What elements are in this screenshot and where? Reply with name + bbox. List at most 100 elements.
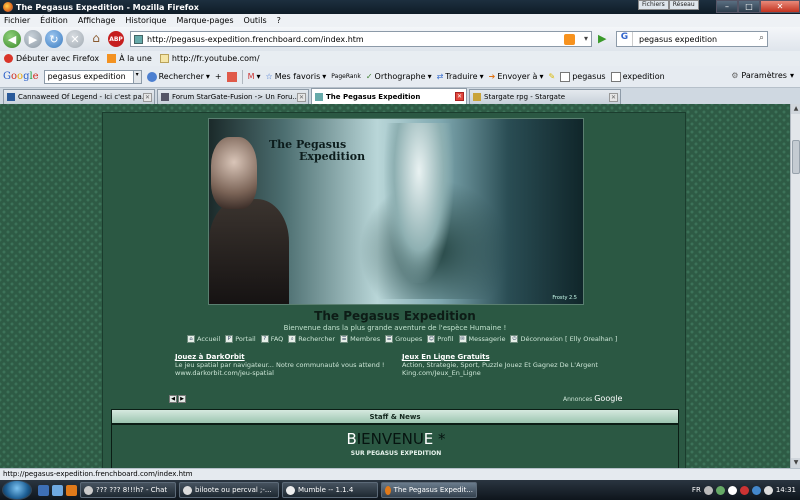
start-button[interactable] (2, 480, 32, 500)
maximize-button[interactable]: □ (738, 0, 760, 13)
settings-button[interactable]: ⚙ Paramètres ▾ (731, 71, 794, 80)
tab-stargate-rpg[interactable]: Stargate rpg - Stargate ✕ (469, 89, 621, 104)
reload-button[interactable]: ↻ (45, 30, 63, 48)
translate-button[interactable]: ⇄ Traduire ▾ (437, 72, 484, 81)
menu-help[interactable]: ? (277, 16, 281, 25)
back-button[interactable]: ◀ (3, 30, 21, 48)
nav-profil[interactable]: ☺ Profil (427, 335, 454, 343)
ad-next-icon[interactable]: ▶ (178, 395, 186, 403)
bookmark-debuter[interactable]: Débuter avec Firefox (4, 54, 99, 63)
close-button[interactable]: ✕ (760, 0, 800, 13)
tray-icon[interactable] (703, 485, 713, 495)
menu-fichier[interactable]: Fichier (4, 16, 30, 25)
profile-icon: ☺ (427, 335, 436, 343)
tab-close-icon[interactable]: ✕ (297, 93, 306, 102)
scroll-up-icon[interactable]: ▲ (791, 104, 800, 114)
ad-prev-icon[interactable]: ◀ (169, 395, 177, 403)
task-biloote[interactable]: biloote ou percval ;-... (179, 482, 279, 498)
google-logo[interactable]: Google (3, 71, 39, 82)
translate-icon: ⇄ (436, 72, 444, 81)
tab-close-icon[interactable]: ✕ (609, 93, 618, 102)
scroll-down-icon[interactable]: ▼ (791, 458, 800, 468)
word-find-pegasus[interactable]: pegasus (560, 71, 606, 82)
search-box[interactable]: G pegasus expedition ⌕ (616, 31, 768, 47)
volume-icon[interactable] (763, 485, 773, 495)
word-find-expedition[interactable]: expedition (610, 71, 665, 82)
menu-marque-pages[interactable]: Marque-pages (176, 16, 233, 25)
network-icon[interactable] (751, 485, 761, 495)
task-chat[interactable]: ??? ??? 8!!!h? - Chat (80, 482, 176, 498)
favorites-button[interactable]: ☆ Mes favoris ▾ (266, 72, 327, 81)
tray-icon[interactable] (727, 485, 737, 495)
ad-url[interactable]: King.com/Jeux_En_Ligne (402, 369, 602, 377)
google-ads-label[interactable]: Annonces Google (563, 394, 622, 403)
extra-reseau-button[interactable]: Réseau (668, 0, 699, 10)
stop-button[interactable]: ✕ (66, 30, 84, 48)
vertical-scrollbar[interactable]: ▲ ▼ (790, 104, 800, 468)
pagerank-indicator[interactable]: PageRank (331, 73, 361, 80)
tab-cannaweed[interactable]: Cannaweed Of Legend - Ici c'est pa... ✕ (3, 89, 155, 104)
nav-faq[interactable]: ? FAQ (260, 335, 283, 343)
go-arrow-icon[interactable]: ▶ (598, 32, 612, 46)
ad-darkorbit[interactable]: Jouez à DarkOrbit Le jeu spatial par nav… (175, 353, 395, 377)
ad-king-games[interactable]: Jeux En Ligne Gratuits Action, Strategie… (402, 353, 602, 377)
window-title: The Pegasus Expedition - Mozilla Firefox (16, 2, 199, 12)
search-icon[interactable]: ⌕ (759, 33, 764, 43)
tray-icon[interactable] (739, 485, 749, 495)
adblock-icon[interactable]: ABP (108, 31, 124, 47)
url-bar[interactable]: http://pegasus-expedition.frenchboard.co… (130, 31, 592, 47)
menu-bar: Fichier Édition Affichage Historique Mar… (0, 14, 800, 27)
google-engine-icon[interactable]: G (617, 32, 633, 46)
tab-close-icon[interactable]: ✕ (143, 93, 152, 102)
rss-icon[interactable] (564, 34, 575, 45)
google-search-dropdown[interactable]: ▾ (132, 69, 142, 84)
nav-rechercher[interactable]: ⌕ Rechercher (288, 335, 335, 343)
banner-character-body (209, 199, 289, 304)
switch-windows-icon[interactable] (52, 484, 63, 496)
nav-messagerie[interactable]: ✉ Messagerie (458, 335, 505, 343)
menu-edition[interactable]: Édition (40, 16, 68, 25)
language-indicator[interactable]: FR (692, 486, 701, 494)
nav-membres[interactable]: ☰ Membres (340, 335, 380, 343)
extra-fichiers-button[interactable]: Fichiers (638, 0, 669, 10)
menu-historique[interactable]: Historique (125, 16, 166, 25)
forum-title[interactable]: The Pegasus Expedition (103, 309, 687, 323)
bookmark-youtube[interactable]: http://fr.youtube.com/ (159, 54, 260, 63)
ad-title[interactable]: Jouez à DarkOrbit (175, 353, 395, 361)
forward-button[interactable]: ▶ (24, 30, 42, 48)
firefox-quick-icon[interactable] (66, 484, 77, 496)
nav-groupes[interactable]: ☰ Groupes (385, 335, 422, 343)
spellcheck-button[interactable]: ✓ Orthographe ▾ (366, 72, 432, 81)
nav-label: Membres (350, 335, 381, 343)
clock[interactable]: 14:31 (776, 486, 796, 494)
tab-stargate-fusion[interactable]: Forum StarGate-Fusion -> Un Foru... ✕ (157, 89, 309, 104)
tab-close-icon[interactable]: ✕ (455, 92, 464, 101)
tab-bar: Cannaweed Of Legend - Ici c'est pa... ✕ … (0, 88, 800, 104)
popup-blocker-button[interactable] (226, 71, 237, 82)
task-mumble[interactable]: Mumble -- 1.1.4 (282, 482, 378, 498)
home-button[interactable]: ⌂ (87, 31, 105, 47)
forum-banner[interactable]: The Pegasus Expedition Frosty 2.5 (208, 118, 584, 305)
google-search-input[interactable]: pegasus expedition (43, 69, 134, 84)
menu-outils[interactable]: Outils (244, 16, 267, 25)
scroll-thumb[interactable] (792, 140, 800, 174)
show-desktop-icon[interactable] (38, 484, 49, 496)
tab-pegasus-expedition[interactable]: The Pegasus Expedition ✕ (311, 88, 467, 104)
nav-accueil[interactable]: ⌂ Accueil (187, 335, 220, 343)
task-firefox[interactable]: The Pegasus Expedit... (381, 482, 477, 498)
highlight-button[interactable]: ✎ (548, 72, 555, 81)
ad-url[interactable]: www.darkorbit.com/jeu-spatial (175, 369, 395, 377)
google-plus-button[interactable]: + (215, 72, 222, 81)
bookmark-a-la-une[interactable]: À la une (107, 54, 152, 63)
ad-title[interactable]: Jeux En Ligne Gratuits (402, 353, 602, 361)
menu-affichage[interactable]: Affichage (78, 16, 116, 25)
url-dropdown-icon[interactable]: ▾ (584, 34, 588, 43)
gmail-button[interactable]: M ▾ (248, 72, 261, 81)
nav-portail[interactable]: P Portail (225, 335, 256, 343)
tray-icon[interactable] (715, 485, 725, 495)
send-to-button[interactable]: ➔ Envoyer à ▾ (489, 72, 544, 81)
minimize-button[interactable]: – (716, 0, 738, 13)
banner-signature: Frosty 2.5 (552, 295, 577, 301)
nav-deconnexion[interactable]: ⏻ Déconnexion [ Elly Orealhan ] (510, 335, 617, 343)
google-search-button[interactable]: Rechercher ▾ (146, 71, 210, 82)
